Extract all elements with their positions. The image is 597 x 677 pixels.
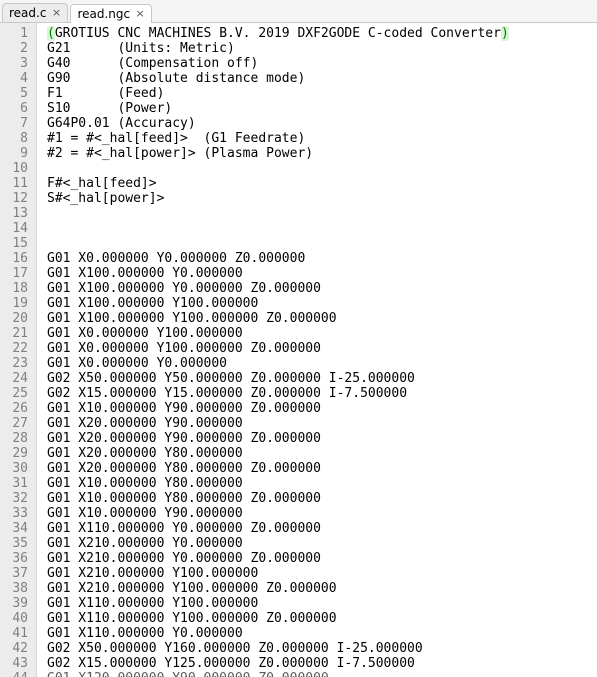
line-number: 1 — [6, 26, 28, 41]
code-line: G01 X210.000000 Y0.000000 — [47, 536, 593, 551]
line-number: 7 — [6, 116, 28, 131]
line-number: 19 — [6, 296, 28, 311]
line-number: 9 — [6, 146, 28, 161]
code-line: G01 X100.000000 Y0.000000 — [47, 266, 593, 281]
code-line: G40 (Compensation off) — [47, 56, 593, 71]
code-line: G01 X20.000000 Y90.000000 — [47, 416, 593, 431]
code-line: F1 (Feed) — [47, 86, 593, 101]
code-line: G01 X100.000000 Y100.000000 — [47, 296, 593, 311]
code-line — [47, 236, 593, 251]
code-line: G01 X10.000000 Y90.000000 Z0.000000 — [47, 401, 593, 416]
code-line: G64P0.01 (Accuracy) — [47, 116, 593, 131]
line-number: 12 — [6, 191, 28, 206]
line-number: 3 — [6, 56, 28, 71]
line-number: 23 — [6, 356, 28, 371]
line-number: 39 — [6, 596, 28, 611]
line-number: 29 — [6, 446, 28, 461]
code-line: G01 X10.000000 Y90.000000 — [47, 506, 593, 521]
line-number: 16 — [6, 251, 28, 266]
code-line: F#<_hal[feed]> — [47, 176, 593, 191]
line-number: 15 — [6, 236, 28, 251]
code-line: G01 X110.000000 Y0.000000 Z0.000000 — [47, 521, 593, 536]
line-number: 22 — [6, 341, 28, 356]
code-line: G01 X100.000000 Y0.000000 Z0.000000 — [47, 281, 593, 296]
line-number: 13 — [6, 206, 28, 221]
line-number: 24 — [6, 371, 28, 386]
code-line: G02 X50.000000 Y160.000000 Z0.000000 I-2… — [47, 641, 593, 656]
line-number: 31 — [6, 476, 28, 491]
tab-read-c[interactable]: read.c × — [2, 3, 68, 22]
code-line: G01 X20.000000 Y80.000000 — [47, 446, 593, 461]
line-number: 28 — [6, 431, 28, 446]
code-line: (GROTIUS CNC MACHINES B.V. 2019 DXF2GODE… — [47, 26, 593, 41]
code-line: G02 X50.000000 Y50.000000 Z0.000000 I-25… — [47, 371, 593, 386]
line-number: 25 — [6, 386, 28, 401]
line-number: 10 — [6, 161, 28, 176]
code-line: G01 X110.000000 Y100.000000 — [47, 596, 593, 611]
code-line — [47, 161, 593, 176]
code-line: #1 = #<_hal[feed]> (G1 Feedrate) — [47, 131, 593, 146]
line-number: 36 — [6, 551, 28, 566]
code-line: S#<_hal[power]> — [47, 191, 593, 206]
code-line: G01 X100.000000 Y100.000000 Z0.000000 — [47, 311, 593, 326]
close-icon[interactable]: × — [51, 8, 61, 18]
line-number: 14 — [6, 221, 28, 236]
line-number: 43 — [6, 656, 28, 671]
line-number: 40 — [6, 611, 28, 626]
code-line: #2 = #<_hal[power]> (Plasma Power) — [47, 146, 593, 161]
line-number: 21 — [6, 326, 28, 341]
line-number: 27 — [6, 416, 28, 431]
line-number: 20 — [6, 311, 28, 326]
code-line: G01 X110.000000 Y0.000000 — [47, 626, 593, 641]
line-number: 38 — [6, 581, 28, 596]
line-number: 37 — [6, 566, 28, 581]
line-number: 5 — [6, 86, 28, 101]
code-line: G21 (Units: Metric) — [47, 41, 593, 56]
line-number-gutter: 1234567891011121314151617181920212223242… — [0, 23, 37, 677]
code-line: G01 X120.000000 Y90.000000 Z0.000000 — [47, 671, 593, 677]
code-line: G01 X20.000000 Y90.000000 Z0.000000 — [47, 431, 593, 446]
line-number: 44 — [6, 671, 28, 677]
code-line: G90 (Absolute distance mode) — [47, 71, 593, 86]
line-number: 33 — [6, 506, 28, 521]
line-number: 30 — [6, 461, 28, 476]
line-number: 41 — [6, 626, 28, 641]
code-line: G01 X210.000000 Y0.000000 Z0.000000 — [47, 551, 593, 566]
close-icon[interactable]: × — [135, 9, 145, 19]
code-line — [47, 221, 593, 236]
code-line: G01 X0.000000 Y0.000000 Z0.000000 — [47, 251, 593, 266]
line-number: 4 — [6, 71, 28, 86]
tab-bar: read.c × read.ngc × — [0, 0, 597, 23]
line-number: 8 — [6, 131, 28, 146]
line-number: 26 — [6, 401, 28, 416]
code-line: S10 (Power) — [47, 101, 593, 116]
line-number: 35 — [6, 536, 28, 551]
line-number: 34 — [6, 521, 28, 536]
tab-read-ngc[interactable]: read.ngc × — [70, 4, 152, 23]
code-line: G01 X0.000000 Y0.000000 — [47, 356, 593, 371]
code-line: G01 X10.000000 Y80.000000 Z0.000000 — [47, 491, 593, 506]
code-line: G01 X0.000000 Y100.000000 — [47, 326, 593, 341]
line-number: 18 — [6, 281, 28, 296]
code-area[interactable]: (GROTIUS CNC MACHINES B.V. 2019 DXF2GODE… — [37, 23, 597, 677]
line-number: 2 — [6, 41, 28, 56]
code-line: G01 X210.000000 Y100.000000 — [47, 566, 593, 581]
code-line: G01 X110.000000 Y100.000000 Z0.000000 — [47, 611, 593, 626]
line-number: 11 — [6, 176, 28, 191]
code-line: G02 X15.000000 Y15.000000 Z0.000000 I-7.… — [47, 386, 593, 401]
editor-area: 1234567891011121314151617181920212223242… — [0, 23, 597, 677]
code-line: G01 X20.000000 Y80.000000 Z0.000000 — [47, 461, 593, 476]
code-line: G01 X210.000000 Y100.000000 Z0.000000 — [47, 581, 593, 596]
line-number: 32 — [6, 491, 28, 506]
code-line: G01 X0.000000 Y100.000000 Z0.000000 — [47, 341, 593, 356]
line-number: 17 — [6, 266, 28, 281]
code-line: G02 X15.000000 Y125.000000 Z0.000000 I-7… — [47, 656, 593, 671]
line-number: 42 — [6, 641, 28, 656]
code-line: G01 X10.000000 Y80.000000 — [47, 476, 593, 491]
tab-label: read.ngc — [77, 7, 130, 21]
line-number: 6 — [6, 101, 28, 116]
tab-label: read.c — [9, 6, 46, 20]
code-line — [47, 206, 593, 221]
